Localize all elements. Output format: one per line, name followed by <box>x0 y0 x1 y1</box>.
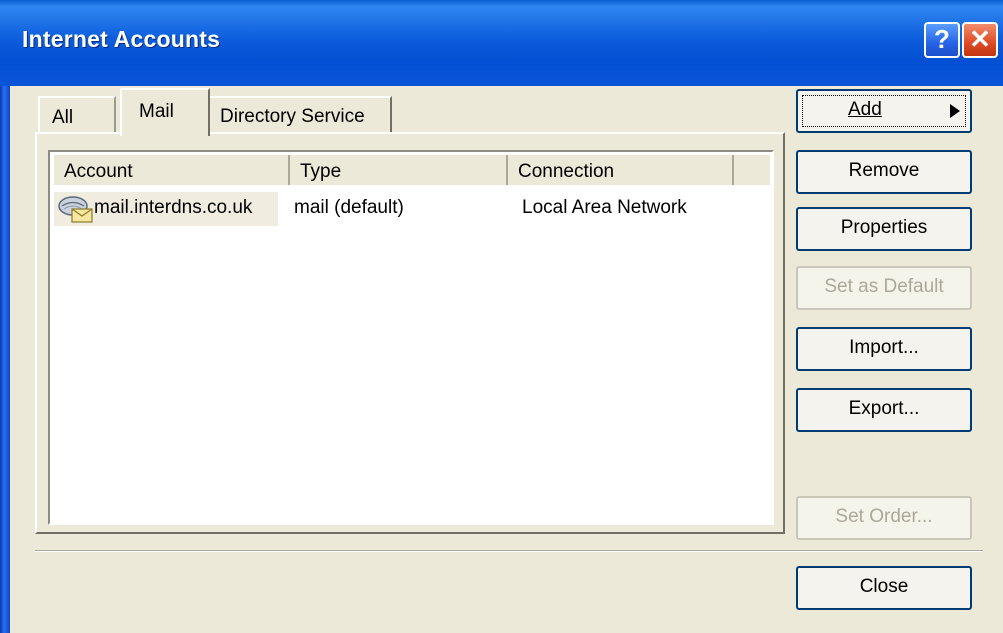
focus-rect <box>802 95 966 127</box>
add-button[interactable]: Add <box>796 89 972 133</box>
column-header-connection[interactable]: Connection <box>508 155 734 185</box>
accounts-list[interactable]: Account Type Connection mail.interdns.co… <box>48 150 774 525</box>
separator <box>35 550 983 552</box>
tab-all[interactable]: All <box>38 96 116 134</box>
window-title: Internet Accounts <box>22 26 221 52</box>
title-bar[interactable]: Internet Accounts ? ✕ <box>0 0 1003 86</box>
tab-all-label: All <box>52 107 74 128</box>
cell-connection: Local Area Network <box>522 197 687 218</box>
export-button[interactable]: Export... <box>796 388 972 432</box>
list-item[interactable]: mail.interdns.co.uk mail (default) Local… <box>54 192 770 226</box>
tab-directory-service-label: Directory Service <box>220 106 365 127</box>
internet-accounts-dialog: Internet Accounts ? ✕ All Mail Directory… <box>0 0 1003 633</box>
list-header: Account Type Connection <box>54 155 770 185</box>
column-header-account[interactable]: Account <box>54 155 290 185</box>
account-name: mail.interdns.co.uk <box>94 197 253 218</box>
close-button[interactable]: Close <box>796 566 972 610</box>
submenu-arrow-icon <box>950 104 960 118</box>
set-as-default-button[interactable]: Set as Default <box>796 266 972 310</box>
remove-button[interactable]: Remove <box>796 150 972 194</box>
tab-directory-service[interactable]: Directory Service <box>210 96 392 134</box>
close-window-button[interactable]: ✕ <box>962 22 998 58</box>
cell-type: mail (default) <box>294 197 404 218</box>
help-button[interactable]: ? <box>924 22 960 58</box>
set-order-button[interactable]: Set Order... <box>796 496 972 540</box>
properties-button[interactable]: Properties <box>796 207 972 251</box>
mail-account-icon <box>58 196 93 223</box>
column-header-type[interactable]: Type <box>290 155 508 185</box>
tab-mail-label: Mail <box>139 101 174 122</box>
window-frame-left <box>0 86 10 633</box>
column-header-filler <box>734 155 770 185</box>
import-button[interactable]: Import... <box>796 327 972 371</box>
add-button-label: Add <box>848 99 882 120</box>
cell-account[interactable]: mail.interdns.co.uk <box>54 192 278 226</box>
tab-mail[interactable]: Mail <box>120 88 210 136</box>
